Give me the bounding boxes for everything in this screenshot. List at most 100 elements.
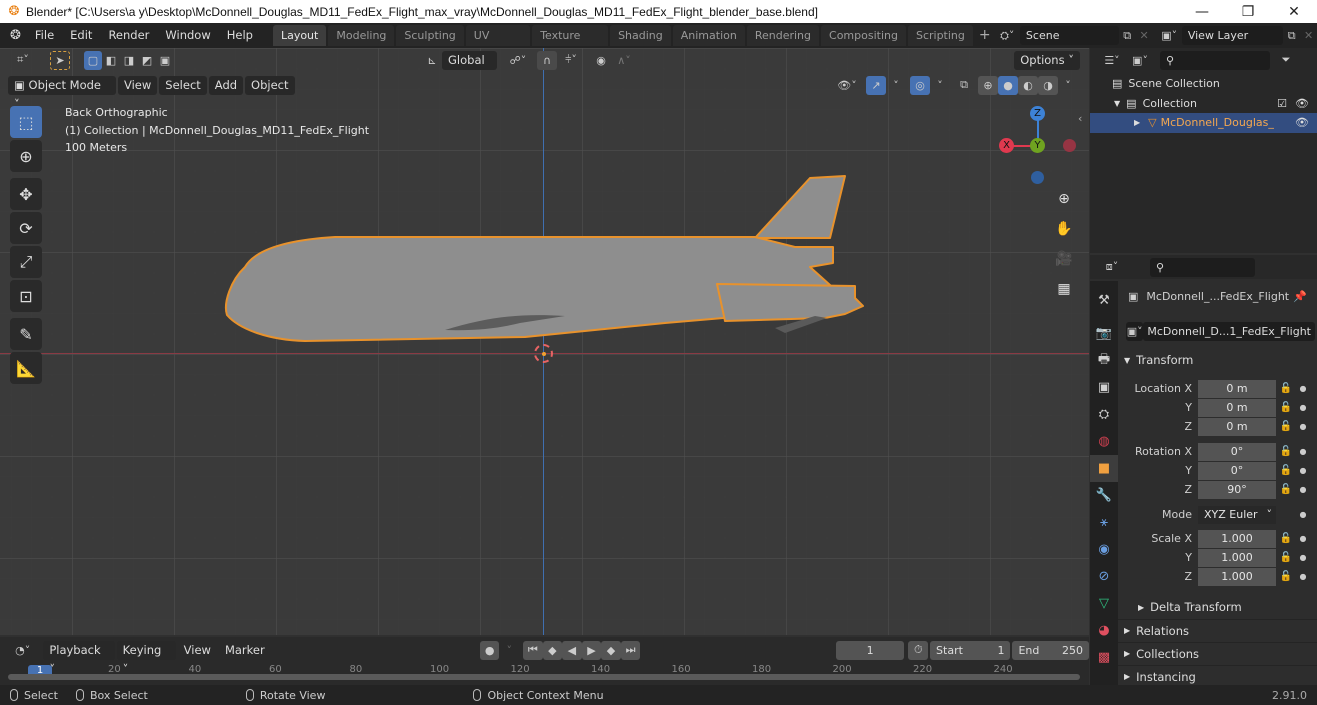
scale-y-field[interactable]: 1.000 [1198,548,1276,567]
close-button[interactable]: ✕ [1271,4,1317,20]
properties-search-input[interactable]: ⚲ [1150,257,1255,277]
play-reverse-icon[interactable]: ◀ [562,640,582,660]
location-x-field[interactable]: 0 m [1198,379,1276,398]
jump-next-keyframe-icon[interactable]: ◆ [601,640,621,660]
physics-tab-icon[interactable]: ◉ [1090,536,1118,563]
outliner-collection[interactable]: ▼ ▤ Collection ☑ 👁 [1090,94,1317,114]
gizmo-neg-z[interactable] [1031,171,1044,184]
keyframe-dot-icon[interactable]: ● [1296,403,1310,412]
lock-icon[interactable]: 🔓 [1276,465,1296,476]
menu-select[interactable]: Select [159,75,207,95]
scene-tab-icon[interactable]: ⛭ [1090,401,1118,428]
object-browse-icon[interactable]: ▣˅ [1126,321,1144,341]
instancing-panel[interactable]: ▶ Instancing [1118,665,1317,687]
object-name-field[interactable]: McDonnell_D...1_FedEx_Flight [1143,321,1315,341]
rotate-tool-icon[interactable]: ⟳ [10,212,42,244]
properties-editor-type-icon[interactable]: ⧈˅ [1098,258,1126,277]
tab-uv-editing[interactable]: UV Editing [465,25,531,63]
play-icon[interactable]: ▶ [581,640,602,660]
zoom-icon[interactable]: ⊕ [1051,186,1077,212]
rotation-z-field[interactable]: 90° [1198,480,1276,499]
jump-end-icon[interactable]: ⏭ [620,640,641,660]
scene-icon[interactable]: ⛭˅ [995,26,1020,45]
menu-file[interactable]: File [27,23,62,48]
keyframe-dot-icon[interactable]: ● [1296,485,1310,494]
lock-icon[interactable]: 🔓 [1276,533,1296,544]
data-tab-icon[interactable]: ▽ [1090,590,1118,617]
playback-menu[interactable]: Playback ˅ [43,640,115,676]
checkbox-icon[interactable]: ☑ [1277,97,1287,110]
shading-solid-icon[interactable]: ● [998,75,1018,95]
location-y-field[interactable]: 0 m [1198,398,1276,417]
tab-scripting[interactable]: Scripting [907,25,973,46]
view-layer-copy-icon[interactable]: ⧉ [1283,26,1300,45]
keyframe-dot-icon[interactable]: ● [1296,447,1310,456]
mode-dropdown[interactable]: ▣ Object Mode ˅ [8,75,116,111]
editor-type-icon[interactable]: ⌗˅ [8,51,38,70]
lock-icon[interactable]: 🔓 [1276,484,1296,495]
gizmo-dropdown-icon[interactable]: ˅ [886,76,906,95]
tab-animation[interactable]: Animation [672,25,745,46]
marker-menu[interactable]: Marker [219,641,271,660]
tool-tab-icon[interactable]: ⚒ [1090,287,1118,314]
select-extend-icon[interactable]: ◧ [102,51,120,70]
auto-keying-icon[interactable]: ● [479,640,500,660]
tab-sculpting[interactable]: Sculpting [396,25,464,46]
constraints-tab-icon[interactable]: ⊘ [1090,563,1118,590]
keyframe-dot-icon[interactable]: ● [1296,572,1310,581]
select-subtract-icon[interactable]: ◨ [120,51,138,70]
gizmo-y-axis[interactable]: Y [1030,138,1045,153]
tab-compositing[interactable]: Compositing [821,25,906,46]
navigation-gizmo[interactable]: Z X Y [995,106,1080,186]
menu-render[interactable]: Render [100,23,157,48]
jump-prev-keyframe-icon[interactable]: ◆ [542,640,563,660]
perspective-toggle-icon[interactable]: ▦ [1051,276,1077,302]
render-tab-icon[interactable]: 📷 [1090,320,1118,347]
overlays-toggle-icon[interactable]: ◎ [910,75,930,95]
lock-icon[interactable]: 🔓 [1276,421,1296,432]
keyframe-dot-icon[interactable]: ● [1296,422,1310,431]
modifier-tab-icon[interactable]: 🔧 [1090,482,1118,509]
keyframe-dot-icon[interactable]: ● [1296,553,1310,562]
timeline-editor-type-icon[interactable]: ◔˅ [8,641,37,660]
tab-modeling[interactable]: Modeling [328,25,395,46]
view-layer-tab-icon[interactable]: ▣ [1090,374,1118,401]
options-dropdown[interactable]: Options ˅ [1014,50,1080,70]
keying-dropdown-icon[interactable]: ˅ [499,641,519,660]
preview-range-icon[interactable]: ⏱ [908,640,929,660]
scale-z-field[interactable]: 1.000 [1198,567,1276,586]
relations-panel[interactable]: ▶ Relations [1118,619,1317,641]
transform-orientation-dropdown[interactable]: Global [442,50,497,70]
menu-help[interactable]: Help [219,23,261,48]
select-new-icon[interactable]: ▢ [84,50,102,70]
timeline-ruler[interactable]: 1 20 40 60 80 100 120 140 160 180 200 220 240 [0,663,1089,685]
current-frame-field[interactable]: 1 [835,640,905,660]
particles-tab-icon[interactable]: ⚹ [1090,509,1118,536]
shading-material-icon[interactable]: ◐ [1018,75,1038,95]
collections-panel[interactable]: ▶ Collections [1118,642,1317,664]
annotate-tool-icon[interactable]: ✎ [10,318,42,350]
view-layer-field[interactable]: View Layer [1181,26,1284,45]
gizmo-neg-x[interactable] [1063,139,1076,152]
menu-edit[interactable]: Edit [62,23,100,48]
tweak-tool-icon[interactable]: ➤ [50,50,70,70]
scene-remove-icon[interactable]: ✕ [1136,26,1153,45]
shading-wireframe-icon[interactable]: ⊕ [978,75,998,95]
tab-rendering[interactable]: Rendering [746,25,820,46]
pivot-point-icon[interactable]: ☍˅ [503,51,533,70]
xray-toggle-icon[interactable]: ⧉ [954,76,974,95]
3d-cursor[interactable] [534,344,553,363]
pan-hand-icon[interactable]: ✋ [1051,216,1077,242]
menu-view[interactable]: View [118,75,158,95]
select-invert-icon[interactable]: ◩ [138,51,156,70]
timeline-view-menu[interactable]: View [178,641,217,660]
transform-panel-header[interactable]: ▼ Transform [1118,349,1317,371]
snap-icon[interactable]: ∩ [537,50,557,70]
proportional-edit-icon[interactable]: ◉ [591,50,611,70]
measure-tool-icon[interactable]: 📐 [10,352,42,384]
start-frame-field[interactable]: Start 1 [930,640,1011,660]
transform-orientation-icon[interactable]: ⊾ [422,51,442,70]
scale-tool-icon[interactable]: ⤢ [10,246,42,278]
pin-icon[interactable]: 📌 [1293,290,1307,303]
view-layer-icon[interactable]: ▣˅ [1157,26,1182,45]
